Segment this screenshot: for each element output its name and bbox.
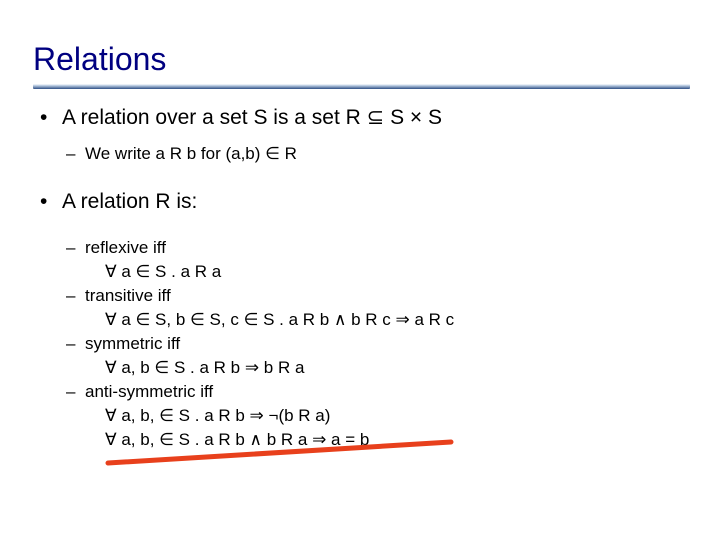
- formula-transitive: ∀ a ∈ S, b ∈ S, c ∈ S . a R b ∧ b R c ⇒ …: [105, 310, 455, 329]
- bullet-marker-dash: –: [66, 334, 76, 353]
- subbullet-label: transitive iff: [85, 286, 171, 305]
- bullet-marker-dot: •: [40, 106, 48, 129]
- bullet-relation-definition: • A relation over a set S is a set R ⊆ S…: [0, 104, 720, 132]
- title-underline-rule: [33, 84, 690, 89]
- subbullet-label: reflexive iff: [85, 238, 166, 257]
- bullet-text: A relation R is:: [62, 190, 198, 213]
- slide-canvas: Relations • A relation over a set S is a…: [0, 0, 720, 540]
- bullet-text: A relation over a set S is a set R ⊆ S ×…: [62, 106, 443, 129]
- formula-symmetric: ∀ a, b ∈ S . a R b ⇒ b R a: [105, 358, 305, 377]
- subbullet-symmetric: – symmetric iff: [0, 332, 720, 356]
- bullet-marker-dash: –: [66, 238, 76, 257]
- bullet-relation-properties: • A relation R is:: [0, 188, 720, 216]
- formula-antisymmetric-struck: ∀ a, b, ∈ S . a R b ⇒ ¬(b R a): [105, 406, 331, 425]
- title-block: Relations: [33, 40, 693, 78]
- subbullet-notation: – We write a R b for (a,b) ∈ R: [0, 142, 720, 166]
- subbullet-label: anti-symmetric iff: [85, 382, 214, 401]
- bullet-marker-dot: •: [40, 190, 48, 213]
- subbullet-reflexive: – reflexive iff: [0, 236, 720, 260]
- subbullet-text: We write a R b for (a,b) ∈ R: [85, 144, 297, 163]
- subbullet-transitive: – transitive iff: [0, 284, 720, 308]
- formula-reflexive: ∀ a ∈ S . a R a: [105, 262, 222, 281]
- bullet-marker-dash: –: [66, 382, 76, 401]
- subbullet-antisymmetric: – anti-symmetric iff: [0, 380, 720, 404]
- page-title: Relations: [33, 41, 167, 77]
- formula-antisymmetric-correct: ∀ a, b, ∈ S . a R b ∧ b R a ⇒ a = b: [105, 430, 370, 449]
- bullet-marker-dash: –: [66, 144, 76, 163]
- slide-body: • A relation over a set S is a set R ⊆ S…: [0, 104, 720, 452]
- subbullet-label: symmetric iff: [85, 334, 181, 353]
- bullet-marker-dash: –: [66, 286, 76, 305]
